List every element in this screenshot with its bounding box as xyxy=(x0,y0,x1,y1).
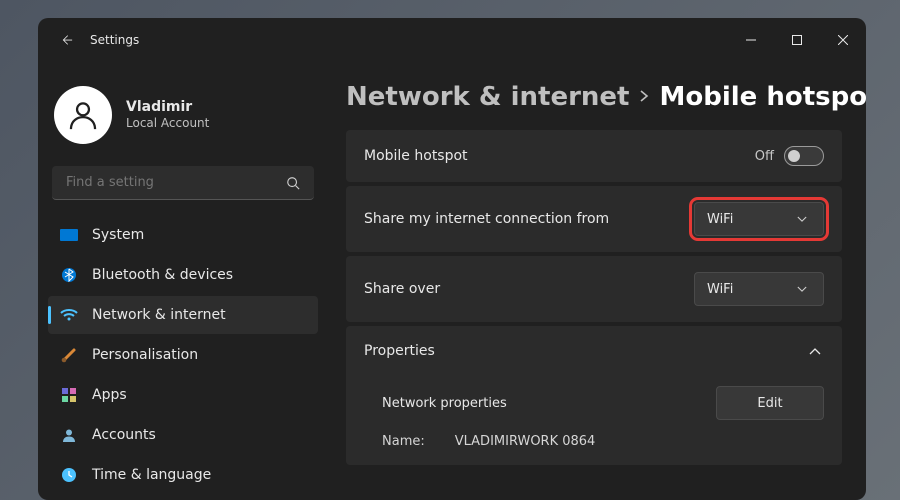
sidebar-item-time[interactable]: Time & language xyxy=(48,456,318,494)
properties-card: Properties Network properties Edit xyxy=(346,326,842,465)
hotspot-toggle[interactable] xyxy=(784,146,824,166)
share-from-value: WiFi xyxy=(707,212,733,227)
sidebar-nav: System Bluetooth & devices Network & int… xyxy=(48,216,318,494)
search-icon xyxy=(284,174,302,192)
profile-subtitle: Local Account xyxy=(126,116,209,130)
window-title: Settings xyxy=(90,33,139,47)
profile-text: Vladimir Local Account xyxy=(126,99,209,130)
share-from-row: Share my internet connection from WiFi xyxy=(346,186,842,252)
hotspot-label: Mobile hotspot xyxy=(364,148,468,164)
network-name-value: VLADIMIRWORK 0864 xyxy=(455,434,596,449)
search-box[interactable] xyxy=(52,166,314,200)
paintbrush-icon xyxy=(60,346,78,364)
sidebar-item-accounts[interactable]: Accounts xyxy=(48,416,318,454)
toggle-knob xyxy=(788,150,800,162)
sidebar-item-personalisation[interactable]: Personalisation xyxy=(48,336,318,374)
chevron-down-icon xyxy=(793,210,811,228)
profile-name: Vladimir xyxy=(126,99,209,116)
hotspot-state: Off xyxy=(755,149,774,164)
sidebar: Vladimir Local Account System xyxy=(38,62,328,500)
sidebar-item-label: Network & internet xyxy=(92,307,226,323)
settings-cards: Mobile hotspot Off Share my internet con… xyxy=(346,130,842,465)
minimize-button[interactable] xyxy=(728,18,774,62)
back-button[interactable] xyxy=(58,32,74,48)
system-icon xyxy=(60,226,78,244)
search-input[interactable] xyxy=(64,174,284,191)
wifi-icon xyxy=(60,306,78,324)
avatar xyxy=(54,86,112,144)
sidebar-item-network[interactable]: Network & internet xyxy=(48,296,318,334)
breadcrumb: Network & internet Mobile hotspot xyxy=(346,82,842,112)
settings-window: Settings xyxy=(38,18,866,500)
share-over-dropdown[interactable]: WiFi xyxy=(694,272,824,306)
apps-icon xyxy=(60,386,78,404)
close-button[interactable] xyxy=(820,18,866,62)
maximize-button[interactable] xyxy=(774,18,820,62)
hotspot-toggle-row: Mobile hotspot Off xyxy=(346,130,842,182)
sidebar-item-label: Time & language xyxy=(92,467,211,483)
title-bar: Settings xyxy=(38,18,866,62)
network-properties-row: Network properties Edit xyxy=(382,386,824,420)
chevron-down-icon xyxy=(793,280,811,298)
share-from-label: Share my internet connection from xyxy=(364,211,609,227)
breadcrumb-root[interactable]: Network & internet xyxy=(346,82,629,112)
sidebar-item-label: System xyxy=(92,227,144,243)
edit-button-label: Edit xyxy=(757,396,782,411)
network-name-key: Name: xyxy=(382,434,425,449)
chevron-right-icon xyxy=(639,87,649,108)
main-content: Network & internet Mobile hotspot Mobile… xyxy=(328,62,866,500)
sidebar-item-label: Personalisation xyxy=(92,347,198,363)
share-over-row: Share over WiFi xyxy=(346,256,842,322)
network-properties-label: Network properties xyxy=(382,396,507,411)
hotspot-toggle-wrap: Off xyxy=(755,146,824,166)
share-over-label: Share over xyxy=(364,281,440,297)
titlebar-left: Settings xyxy=(58,32,139,48)
network-name-row: Name: VLADIMIRWORK 0864 xyxy=(382,434,824,449)
window-body: Vladimir Local Account System xyxy=(38,62,866,500)
desktop-background: Settings xyxy=(0,0,900,500)
bluetooth-icon xyxy=(60,266,78,284)
profile-block[interactable]: Vladimir Local Account xyxy=(48,80,318,162)
properties-title: Properties xyxy=(364,343,435,359)
accounts-icon xyxy=(60,426,78,444)
breadcrumb-leaf: Mobile hotspot xyxy=(659,82,866,112)
properties-header[interactable]: Properties xyxy=(346,326,842,376)
sidebar-item-bluetooth[interactable]: Bluetooth & devices xyxy=(48,256,318,294)
properties-body: Network properties Edit Name: VLADIMIRWO… xyxy=(346,386,842,465)
share-from-dropdown[interactable]: WiFi xyxy=(694,202,824,236)
sidebar-item-system[interactable]: System xyxy=(48,216,318,254)
sidebar-item-label: Accounts xyxy=(92,427,156,443)
window-controls xyxy=(728,18,866,62)
sidebar-item-label: Bluetooth & devices xyxy=(92,267,233,283)
sidebar-item-label: Apps xyxy=(92,387,127,403)
share-over-value: WiFi xyxy=(707,282,733,297)
chevron-up-icon xyxy=(806,342,824,360)
clock-icon xyxy=(60,466,78,484)
sidebar-item-apps[interactable]: Apps xyxy=(48,376,318,414)
edit-button[interactable]: Edit xyxy=(716,386,824,420)
